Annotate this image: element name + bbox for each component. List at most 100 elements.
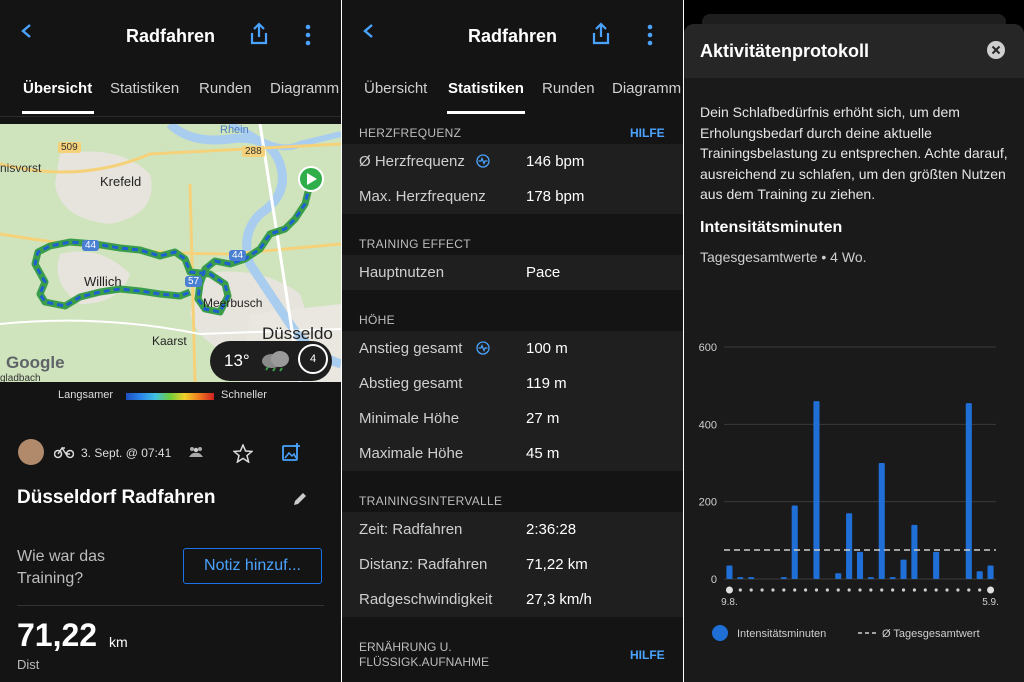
stat-value: 27 m [526,410,560,427]
x-axis-dot [967,588,971,592]
x-axis-dot [901,588,906,592]
bar [933,551,940,579]
stat-label: Minimale Höhe [359,410,460,427]
stat-row-total-descent: Abstieg gesamt 119 m [342,366,683,401]
x-axis-dot [923,588,927,592]
map-label-town: nisvorst [0,161,42,175]
map-label-krefeld: Krefeld [100,174,142,189]
map-label-kaarst: Kaarst [152,334,187,348]
bar [748,577,755,579]
stat-row-min-elevation: Minimale Höhe 27 m [342,401,683,436]
temperature: 13° [224,351,250,370]
wind-speed: 4 [298,344,328,374]
section-title: TRAINING EFFECT [359,237,471,251]
stat-label: Hauptnutzen [359,264,445,281]
x-axis-dot [978,588,982,592]
share-icon[interactable] [248,22,270,46]
motorway-shield-44a: 44 [82,240,100,251]
bar [846,513,853,579]
bar [889,577,896,579]
x-axis-dot [869,588,873,592]
heart-rate-info-icon[interactable] [476,154,490,168]
ascent-info-icon[interactable] [476,341,490,355]
google-logo: Google [6,353,65,372]
x-axis-dot [771,588,775,592]
group-icon[interactable] [187,446,205,458]
tab-laps[interactable]: Runden [199,80,252,97]
intensity-minutes-title: Intensitätsminuten [700,219,843,236]
stat-row-total-ascent: Anstieg gesamt 100 m [342,331,683,366]
stat-label: Abstieg gesamt [359,375,463,392]
x-axis-dot [945,588,949,592]
edit-pencil-icon[interactable] [292,491,308,507]
x-axis-dot [912,588,916,592]
add-note-button[interactable]: Notiz hinzuf... [183,548,322,584]
tab-statistics[interactable]: Statistiken [448,80,524,97]
screen-title: Radfahren [467,26,557,46]
help-link[interactable]: HILFE [630,126,665,140]
help-link[interactable]: HILFE [630,648,665,662]
x-axis-dot [738,588,742,592]
legend-bar-label: Intensitätsminuten [737,628,826,640]
y-tick-label: 600 [699,342,717,354]
bar [976,571,983,579]
top-bar: Radfahren [342,0,683,62]
tab-laps[interactable]: Runden [542,80,595,97]
section-header-training-effect: TRAINING EFFECT [342,227,683,257]
x-axis-dot [836,588,840,592]
tab-overview[interactable]: Übersicht [364,80,427,97]
stat-label: Max. Herzfrequenz [359,188,486,205]
stat-row-avg-heart-rate: Ø Herzfrequenz 146 bpm [342,144,683,179]
section-title-line1: ERNÄHRUNG U. [359,640,452,654]
stat-row-max-elevation: Maximale Höhe 45 m [342,436,683,471]
x-axis-dot [847,588,851,592]
avatar[interactable] [18,439,44,465]
x-start-label: 9.8. [721,597,738,608]
distance-value: 71,22 [17,617,98,653]
y-tick-label: 200 [699,497,717,509]
intensity-minutes-chart[interactable]: 600 400 200 0 9.8. 5.9. Intensitätsminuten Ø Ta… [684,324,1024,654]
motorway-shield-44b: 44 [229,250,247,261]
stat-row-max-heart-rate: Max. Herzfrequenz 178 bpm [342,179,683,214]
star-icon[interactable] [233,444,253,463]
close-icon[interactable] [987,41,1005,59]
stat-row-distance: Distanz: Radfahren 71,22 km [342,547,683,582]
tab-statistics[interactable]: Statistiken [110,80,179,97]
statistics-screen: Radfahren Übersicht Statistiken Runden D… [342,0,683,682]
bar [835,573,842,579]
y-tick-label: 0 [711,574,717,586]
stat-row-speed: Radgeschwindigkeit 27,3 km/h [342,582,683,617]
training-question: Wie war das Training? [17,548,106,587]
tab-overview[interactable]: Übersicht [23,80,92,97]
section-title: HÖHE [359,313,395,327]
tab-charts[interactable]: Diagramm [612,80,681,97]
top-bar: Radfahren [0,0,341,62]
bar [726,565,733,579]
weather-widget: 13° 4 [210,341,332,381]
bar [737,577,744,579]
stat-value: 146 bpm [526,153,585,170]
legend-avg-label: Ø Tagesgesamtwert [882,628,980,640]
stat-label: Zeit: Radfahren [359,521,463,538]
stat-label: Anstieg gesamt [359,340,463,357]
tab-charts[interactable]: Diagramm [270,80,339,97]
legend-bar-swatch [712,625,728,641]
section-header-elevation: HÖHE [342,303,683,333]
stat-row-primary-benefit: Hauptnutzen Pace [342,255,683,290]
x-axis-dot [880,588,884,592]
stat-row-time: Zeit: Radfahren 2:36:28 [342,512,683,547]
bar [780,577,787,579]
overview-screen: Radfahren Übersicht Statistiken Runden D… [0,0,341,682]
road-shield-288: 288 [242,146,265,157]
more-options-icon[interactable] [303,24,313,46]
x-axis-dot [793,588,797,592]
share-icon[interactable] [590,22,612,46]
screen-title: Radfahren [125,26,215,46]
sleep-description: Dein Schlafbedürfnis erhöht sich, um dem… [700,104,1008,202]
bar [900,559,907,579]
tab-bar: Übersicht Statistiken Runden Diagramm [0,62,341,117]
section-header-heart-rate: HERZFREQUENZ HILFE [342,116,683,146]
add-photo-icon[interactable] [281,442,301,462]
more-options-icon[interactable] [645,24,655,46]
stat-value: 45 m [526,445,560,462]
